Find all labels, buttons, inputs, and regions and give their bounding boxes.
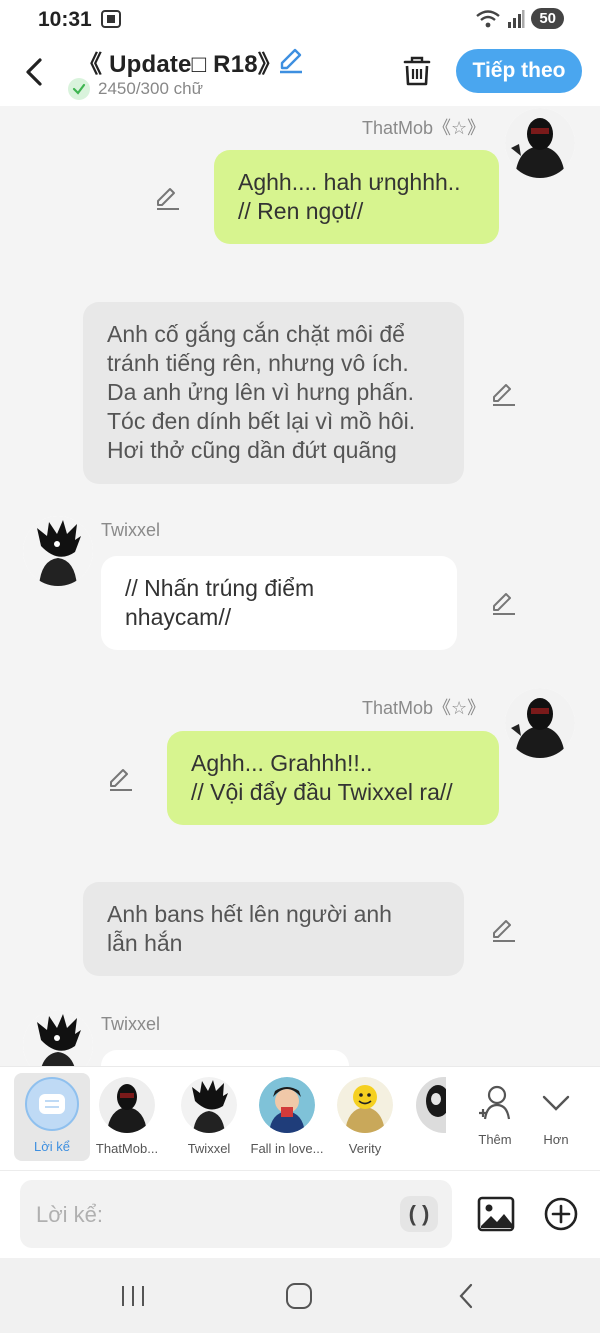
add-person-icon (479, 1085, 511, 1120)
chevron-down-icon (542, 1095, 570, 1111)
status-time: 10:31 (38, 8, 92, 31)
character-label: ThatMob... (95, 1141, 159, 1156)
avatar (259, 1077, 315, 1133)
avatar-thatmob[interactable] (505, 108, 575, 178)
avatar-twixxel[interactable] (23, 1010, 93, 1066)
header: 《 Update□ R18》 2450/300 chữ Tiếp theo (0, 40, 600, 106)
edit-message-icon[interactable] (490, 916, 518, 944)
speaker-name: ThatMob《☆》 (362, 118, 486, 138)
word-count-text: 2450/300 chữ (98, 79, 203, 98)
narration-input[interactable]: Lời kể: ( ) (20, 1180, 452, 1248)
parentheses-button[interactable]: ( ) (400, 1196, 438, 1232)
system-nav-bar (0, 1258, 600, 1333)
character-label: Lời kể (34, 1139, 70, 1154)
edit-title-icon[interactable] (276, 46, 306, 74)
avatar-twixxel[interactable] (23, 516, 93, 586)
narration-bubble[interactable]: Anh bans hết lên người anh lẫn hắn (83, 882, 464, 976)
status-right: 50 (475, 8, 564, 29)
edit-message-icon[interactable] (490, 589, 518, 617)
signal-icon (508, 9, 525, 28)
message-line: Da anh ửng lên vì hưng phấn. (107, 379, 415, 405)
check-icon (68, 78, 90, 100)
narration-bubble[interactable]: Anh cố gắng cắn chặt môi để tránh tiếng … (83, 302, 464, 484)
character-narration[interactable]: Lời kể (14, 1073, 90, 1161)
speaker-name: Twixxel (101, 1014, 161, 1034)
character-fall-in-love[interactable]: Fall in love... (246, 1073, 328, 1159)
avatar (99, 1077, 155, 1133)
message-line: // Nhấn trúng điểm (125, 575, 315, 601)
home-icon[interactable] (284, 1282, 314, 1310)
edit-message-icon[interactable] (107, 765, 135, 793)
edit-message-icon[interactable] (490, 380, 518, 408)
narration-icon (25, 1077, 79, 1131)
status-bar: 10:31 50 (0, 0, 600, 40)
wifi-icon (476, 9, 501, 27)
message-line: // Ren ngọt// (238, 198, 364, 224)
avatar-thatmob[interactable] (505, 688, 575, 758)
character-twixxel[interactable]: Twixxel (168, 1073, 250, 1159)
message-line: // Vội đẩy đầu Twixxel ra// (191, 779, 453, 805)
avatar (181, 1077, 237, 1133)
word-count: 2450/300 chữ (68, 78, 203, 100)
screen-record-icon (101, 10, 121, 28)
message-line: Aghh... Grahhh!!.. (191, 750, 373, 776)
character-label: Verity (348, 1141, 382, 1156)
character-thatmob[interactable]: ThatMob... (86, 1073, 168, 1159)
message-line: Anh bans hết lên người anh (107, 901, 392, 927)
nav-back-icon[interactable] (452, 1282, 482, 1310)
character-label: Fall in love... (250, 1141, 324, 1156)
message-bubble[interactable]: // Nhấn trúng điểm nhaycam// (101, 556, 457, 650)
battery-indicator: 50 (531, 8, 564, 29)
message-line: Aghh.... hah ưnghhh.. (238, 169, 461, 195)
avatar (416, 1077, 446, 1133)
message-bubble[interactable]: Aghh... Grahhh!!.. // Vội đẩy đầu Twixxe… (167, 731, 499, 825)
message-line: Hơi thở cũng dần đứt quãng (107, 437, 397, 463)
input-placeholder: Lời kể: (36, 1202, 104, 1227)
character-label: Twixxel (187, 1141, 231, 1156)
character-verity[interactable]: Verity (324, 1073, 406, 1159)
message-line: Tóc đen dính bết lại vì mồ hôi. (107, 408, 416, 434)
edit-message-icon[interactable] (154, 184, 182, 212)
back-arrow-icon[interactable] (18, 52, 52, 92)
recent-apps-icon[interactable] (118, 1282, 148, 1310)
more-button[interactable]: Hơn (520, 1073, 592, 1159)
message-bubble[interactable]: Aghh.... hah ưnghhh.. // Ren ngọt// (214, 150, 499, 244)
message-line: Anh cố gắng cắn chặt môi để (107, 321, 405, 347)
character-partial[interactable] (408, 1073, 458, 1159)
speaker-name: Twixxel (101, 520, 161, 540)
add-circle-icon[interactable] (543, 1196, 579, 1232)
message-line: tránh tiếng rên, nhưng vô ích. (107, 350, 409, 376)
chat-area[interactable]: ThatMob《☆》 Aghh.... hah ưnghhh.. // Ren … (0, 106, 600, 1066)
story-title[interactable]: 《 Update□ R18》 (78, 44, 282, 79)
speaker-name: ThatMob《☆》 (362, 698, 486, 718)
next-button[interactable]: Tiếp theo (456, 49, 582, 93)
message-line: lẫn hắn (107, 930, 183, 956)
image-icon[interactable] (477, 1196, 515, 1232)
trash-icon[interactable] (400, 54, 434, 88)
input-bar: Lời kể: ( ) (0, 1170, 600, 1258)
message-bubble[interactable] (101, 1050, 349, 1066)
message-line: nhaycam// (125, 604, 232, 630)
more-label: Hơn (543, 1132, 569, 1147)
character-bar: Lời kể ThatMob... Twixxel Fall in love..… (0, 1066, 600, 1170)
avatar (337, 1077, 393, 1133)
